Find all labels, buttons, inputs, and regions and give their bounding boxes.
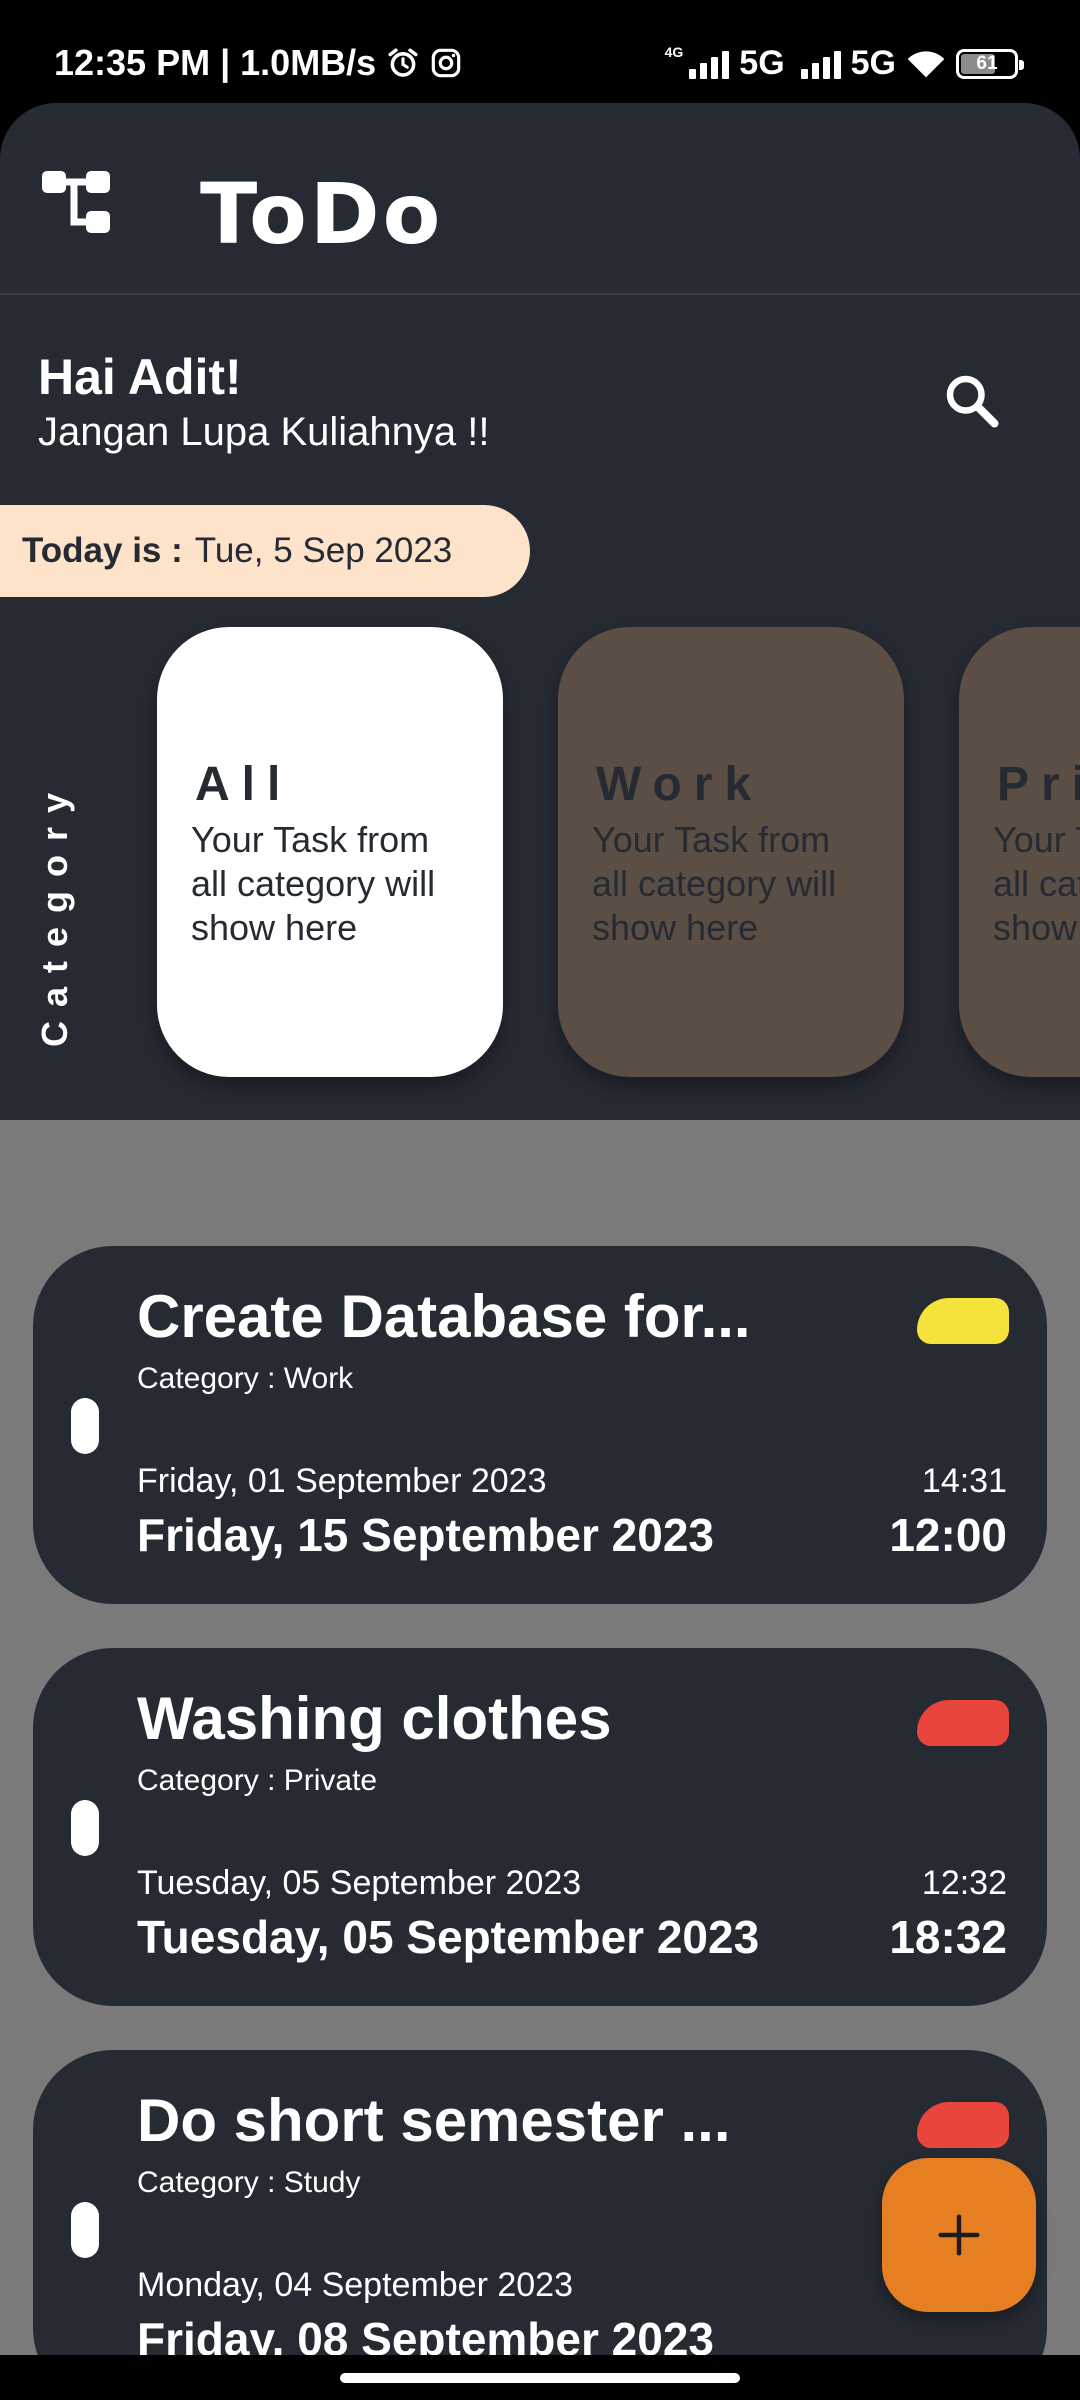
task-title: Washing clothes	[137, 1685, 612, 1752]
task-start-date: Friday, 01 September 2023	[137, 1462, 547, 1500]
category-card-work[interactable]: Work Your Task from all category will sh…	[558, 627, 904, 1077]
status-bar: 12:35 PM | 1.0MB/s 4G 5G 5G 61	[0, 0, 1080, 100]
search-icon[interactable]	[942, 371, 1002, 431]
status-right: 4G 5G 5G 61	[664, 43, 1024, 83]
plus-icon	[938, 2214, 980, 2256]
task-start-date: Tuesday, 05 September 2023	[137, 1864, 582, 1902]
greeting-subtitle: Jangan Lupa Kuliahnya !!	[38, 410, 490, 454]
app-container: ToDo Hai Adit! Jangan Lupa Kuliahnya !! …	[0, 103, 1080, 2400]
category-card-private[interactable]: Pri Your Task from all category will sho…	[959, 627, 1080, 1077]
sim2-network: 5G	[850, 44, 896, 82]
status-time: 12:35 PM | 1.0MB/s	[54, 42, 377, 83]
priority-indicator	[917, 2102, 1009, 2148]
task-card[interactable]: Create Database for... Category : Work F…	[33, 1246, 1047, 1604]
greeting-title: Hai Adit!	[38, 349, 242, 405]
task-card[interactable]: Washing clothes Category : Private Tuesd…	[33, 1648, 1047, 2006]
category-name: Work	[596, 758, 764, 811]
category-name: All	[195, 758, 293, 811]
task-start-time: 14:31	[921, 1462, 1007, 1500]
task-start-time: 12:32	[921, 1864, 1007, 1902]
task-end-time: 12:00	[889, 1509, 1007, 1561]
task-category: Category : Work	[137, 1362, 354, 1395]
signal-icon	[800, 49, 841, 79]
status-left: 12:35 PM | 1.0MB/s	[54, 42, 462, 84]
task-title: Create Database for...	[137, 1283, 751, 1350]
priority-indicator	[917, 1700, 1009, 1746]
network-type-label: 4G	[664, 43, 684, 60]
task-title: Do short semester ...	[137, 2087, 731, 2154]
today-pill: Today is : Tue, 5 Sep 2023	[0, 505, 530, 597]
add-task-button[interactable]	[882, 2158, 1036, 2312]
category-card-all[interactable]: All Your Task from all category will sho…	[157, 627, 503, 1077]
instagram-icon	[431, 48, 461, 78]
tree-structure-icon[interactable]	[40, 169, 114, 235]
category-section-label: Category	[34, 778, 75, 1048]
battery-level: 61	[976, 52, 998, 74]
task-category: Category : Private	[137, 1764, 378, 1797]
task-end-date: Tuesday, 05 September 2023	[137, 1911, 760, 1963]
task-start-date: Monday, 04 September 2023	[137, 2266, 573, 2304]
signal-icon	[689, 49, 730, 79]
priority-indicator	[917, 1298, 1009, 1344]
app-title: ToDo	[200, 165, 444, 263]
task-category: Category : Study	[137, 2166, 361, 2199]
today-date: Tue, 5 Sep 2023	[194, 531, 453, 570]
sim1-network: 5G	[739, 44, 785, 82]
wifi-icon	[907, 50, 945, 77]
drag-handle[interactable]	[71, 1398, 99, 1454]
alarm-icon	[388, 48, 418, 77]
category-description: Your Task from all category will show he…	[993, 819, 1080, 948]
greeting: Hai Adit! Jangan Lupa Kuliahnya !!	[38, 348, 489, 455]
category-name: Pri	[997, 758, 1080, 811]
today-label: Today is :	[22, 531, 183, 570]
task-end-date: Friday, 15 September 2023	[137, 1509, 714, 1561]
category-description: Your Task from all category will show he…	[592, 819, 837, 948]
app-bar: ToDo	[0, 103, 1080, 295]
category-description: Your Task from all category will show he…	[191, 819, 436, 948]
home-indicator[interactable]	[340, 2373, 740, 2383]
task-end-time: 18:32	[889, 1911, 1007, 1963]
battery-icon: 61	[956, 48, 1024, 79]
drag-handle[interactable]	[71, 1800, 99, 1856]
drag-handle[interactable]	[71, 2202, 99, 2258]
